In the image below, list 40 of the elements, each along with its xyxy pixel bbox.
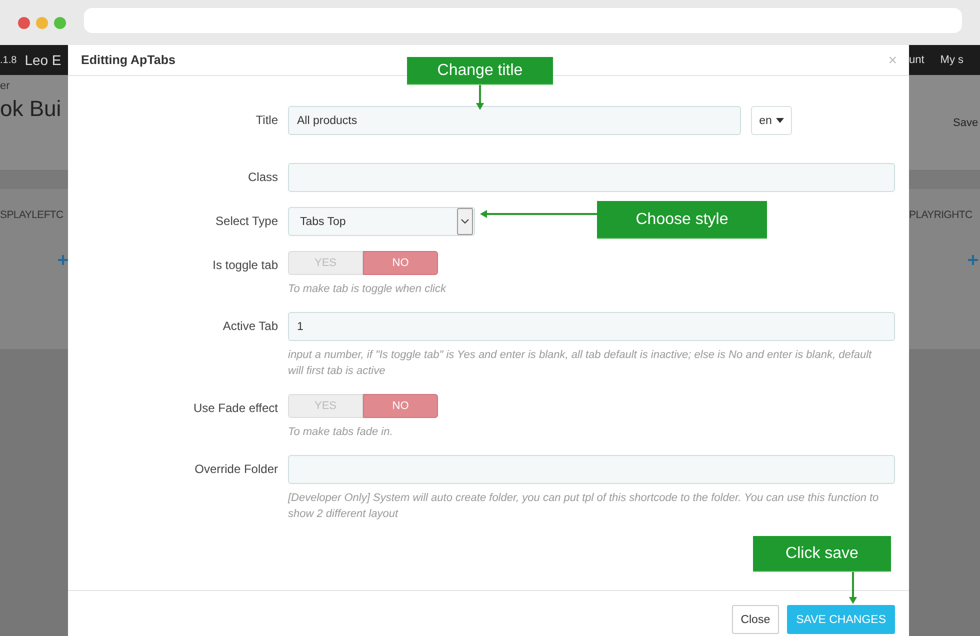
- arrow: [475, 85, 485, 110]
- plus-icon[interactable]: [58, 255, 68, 265]
- callout-label: Click save: [753, 536, 891, 572]
- input-field[interactable]: All products: [288, 106, 741, 135]
- arrow: [848, 572, 858, 604]
- field-label: Title: [254, 112, 279, 129]
- field-label: Is toggle tab: [212, 257, 279, 274]
- caret-icon: [776, 118, 784, 123]
- input-field[interactable]: [288, 163, 895, 192]
- window-control-icon[interactable]: [54, 16, 66, 28]
- input-field[interactable]: [288, 455, 895, 484]
- nav-title: Leo E: [24, 52, 62, 68]
- help-text: input a number, if "Is toggle tab" is Yes and enter is blank, all tab default is inactive; else is No and enter is blank, default will first tab is active: [288, 348, 873, 379]
- help-text: To make tab is toggle when click: [288, 282, 448, 297]
- help-text: To make tabs fade in.: [288, 425, 394, 440]
- nav-link[interactable]: unt: [909, 54, 924, 66]
- window-control-icon[interactable]: [18, 16, 30, 28]
- field-label: Override Folder: [194, 461, 279, 478]
- help-text: [Developer Only] System will auto create folder, you can put tpl of this shortcode to the folder. You can use this function to show 2 different layout: [288, 491, 880, 522]
- input-field[interactable]: 1: [288, 312, 895, 341]
- close-button[interactable]: Close: [732, 605, 780, 634]
- nav-link[interactable]: My s: [940, 54, 964, 66]
- language-dropdown[interactable]: en: [751, 106, 792, 135]
- version-label: .1.8: [0, 54, 17, 66]
- column-title: SPLAYLEFTC: [0, 208, 64, 221]
- modal-title: Editting ApTabs: [81, 53, 176, 67]
- field-label: Class: [246, 169, 279, 186]
- page-heading: ok Bui: [0, 95, 62, 122]
- field-label: Use Fade effect: [192, 400, 279, 417]
- chevron-icon: [461, 219, 469, 224]
- callout-label: Change title: [407, 57, 553, 85]
- plus-icon[interactable]: [968, 255, 978, 265]
- save-link[interactable]: Save: [909, 116, 980, 128]
- field-label: Select Type: [214, 213, 279, 230]
- window-control-icon[interactable]: [36, 16, 48, 28]
- callout-label: Choose style: [597, 201, 767, 239]
- breadcrumb: er: [0, 79, 11, 92]
- column-title: PLAYRIGHTC: [909, 208, 974, 221]
- select-dropdown[interactable]: Tabs Top: [288, 207, 475, 236]
- field-label: Active Tab: [222, 318, 279, 335]
